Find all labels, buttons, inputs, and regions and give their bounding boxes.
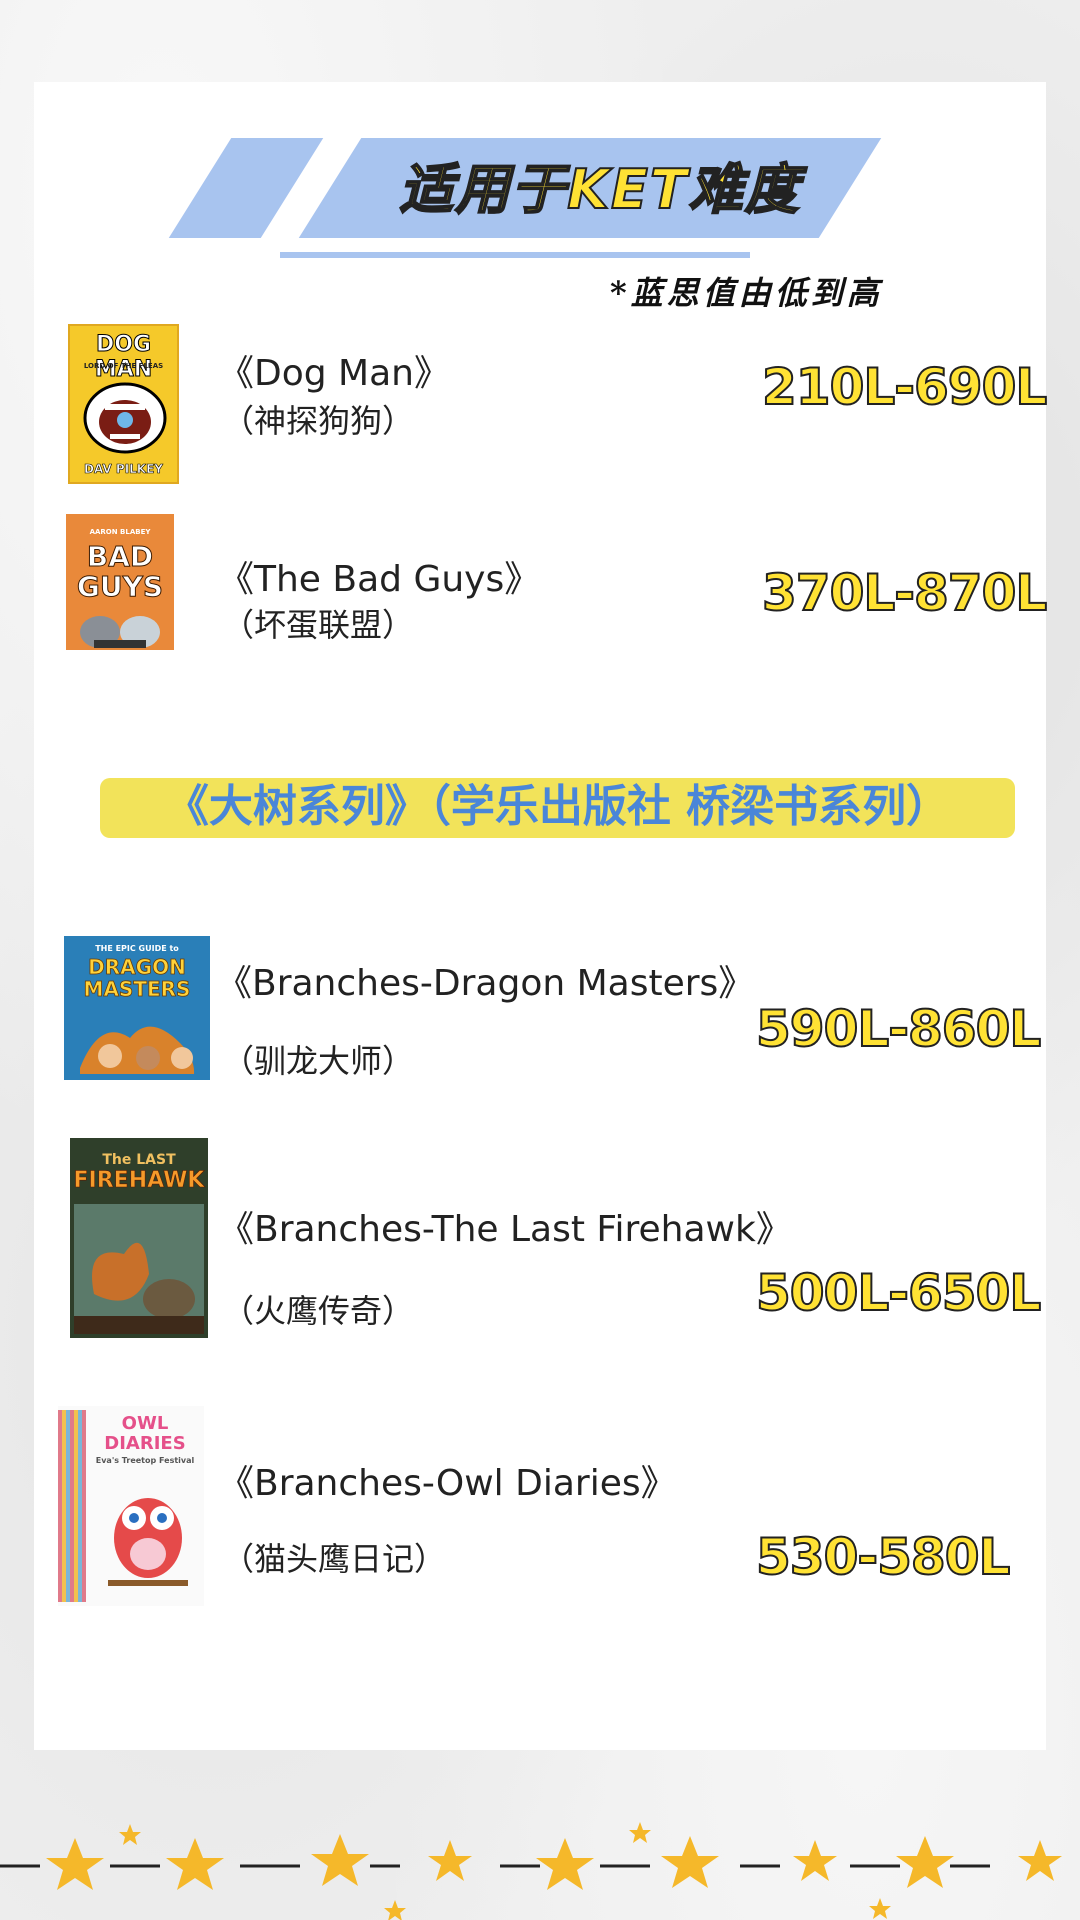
header-banner: 适用于KET难度: [160, 130, 920, 280]
cover-title: BAD GUYS: [76, 540, 164, 603]
page-title: 适用于KET难度: [398, 157, 801, 222]
book-zh-title: （神探狗狗）: [222, 402, 415, 440]
cover-title: DRAGON MASTERS: [83, 955, 191, 1001]
book-zh-title: （火鹰传奇）: [222, 1292, 415, 1330]
dragon-kids-illustration: [80, 1026, 195, 1074]
cover-title: OWL DIARIES: [104, 1413, 186, 1454]
cover-subtitle: THE EPIC GUIDE to: [95, 944, 179, 953]
book-zh-title: （驯龙大师）: [222, 1042, 415, 1080]
star-border-decoration: [0, 1822, 1062, 1920]
lexile-note: *蓝思值由低到高: [610, 274, 883, 312]
book-item-dragon-masters: THE EPIC GUIDE to DRAGON MASTERS 《Branch…: [0, 936, 1080, 1080]
lexile-level: 370L-870L: [761, 563, 1048, 623]
lexile-level: 530-580L: [755, 1527, 1011, 1587]
lexile-level: 590L-860L: [755, 999, 1042, 1059]
cover-title: FIREHAWK: [73, 1168, 205, 1194]
book-item-last-firehawk: The LAST FIREHAWK 《Branches-The Last Fir…: [0, 1138, 1080, 1338]
last-firehawk-cover-icon: The LAST FIREHAWK: [70, 1138, 208, 1338]
cover-title: DOG MAN: [94, 332, 153, 383]
owl-illustration: [108, 1498, 188, 1586]
lexile-level: 210L-690L: [761, 357, 1048, 417]
book-en-title: 《Dog Man》: [218, 353, 450, 394]
bad-guys-cover-icon: AARON BLABEY BAD GUYS: [66, 514, 174, 650]
book-item-dog-man: DOG MAN LORD OF THE FLEAS DAV PILKEY 《Do…: [0, 324, 1080, 484]
series-heading: 《大树系列》（学乐出版社 桥梁书系列）: [164, 781, 951, 832]
book-zh-title: （坏蛋联盟）: [222, 606, 415, 644]
book-en-title: 《Branches-Owl Diaries》: [218, 1463, 677, 1504]
owl-diaries-cover-icon: OWL DIARIES Eva's Treetop Festival: [58, 1406, 204, 1606]
wolf-shark-illustration: [80, 616, 160, 648]
cover-author: DAV PILKEY: [84, 462, 164, 477]
dog-face-illustration: [83, 382, 167, 454]
firehawk-illustration: [74, 1204, 204, 1334]
book-spines: [58, 1410, 86, 1602]
dragon-masters-cover-icon: THE EPIC GUIDE to DRAGON MASTERS: [64, 936, 210, 1080]
lexile-level: 500L-650L: [755, 1263, 1042, 1323]
banner-small-parallelogram: [168, 138, 324, 238]
book-en-title: 《The Bad Guys》: [218, 559, 541, 600]
cover-subtitle: Eva's Treetop Festival: [95, 1456, 195, 1465]
book-item-bad-guys: AARON BLABEY BAD GUYS 《The Bad Guys》 （坏蛋…: [0, 514, 1080, 650]
dog-man-cover-icon: DOG MAN LORD OF THE FLEAS DAV PILKEY: [68, 324, 179, 484]
cover-subtitle: The LAST: [102, 1152, 176, 1168]
book-item-owl-diaries: OWL DIARIES Eva's Treetop Festival 《Bran…: [0, 1406, 1080, 1606]
book-en-title: 《Branches-Dragon Masters》: [216, 963, 755, 1004]
cover-author: AARON BLABEY: [89, 528, 151, 536]
book-en-title: 《Branches-The Last Firehawk》: [218, 1209, 792, 1250]
book-zh-title: （猫头鹰日记）: [222, 1540, 447, 1578]
banner-underline: [280, 252, 750, 258]
cover-subtitle: LORD OF THE FLEAS: [83, 362, 164, 370]
